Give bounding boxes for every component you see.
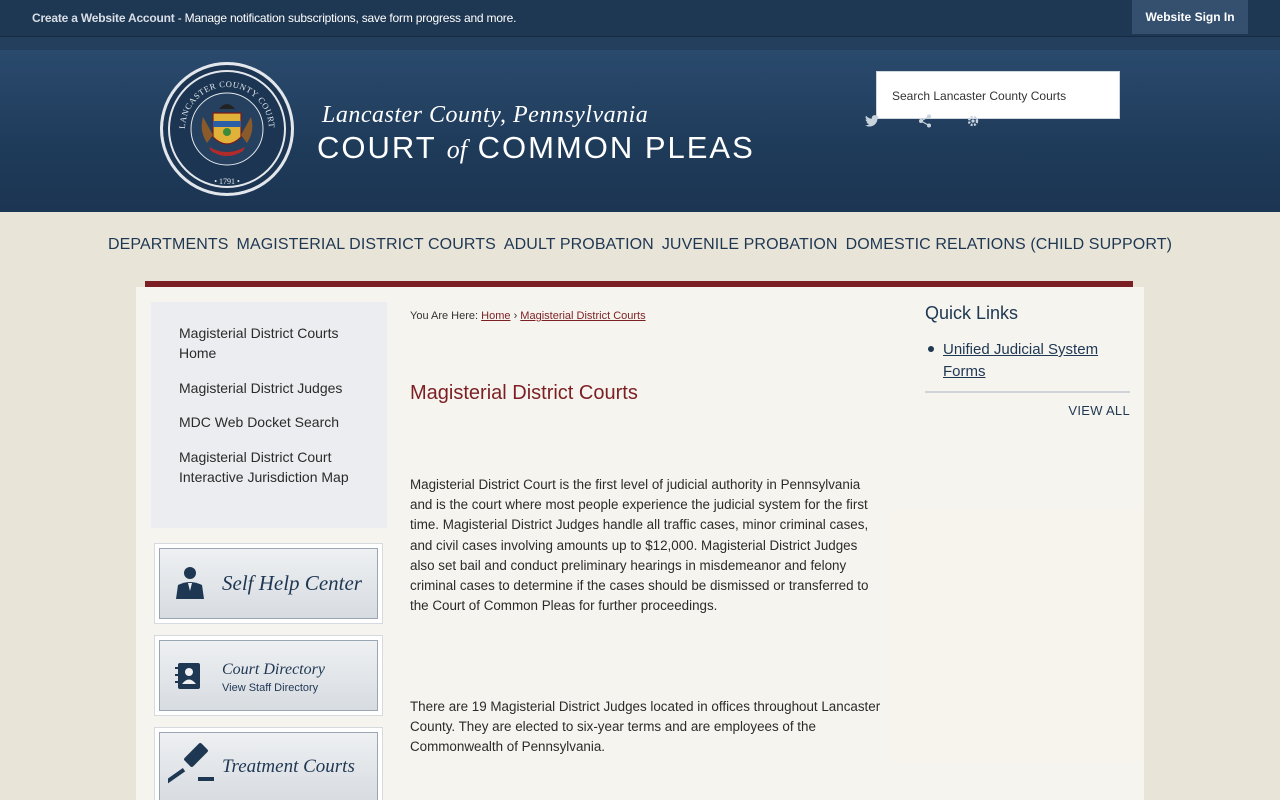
county-seal-logo[interactable]: LANCASTER COUNTY COURT OF COMMON PLEAS •… (160, 62, 294, 196)
seal-year: • 1791 • (214, 177, 240, 186)
title-court-word: COURT (317, 130, 437, 165)
search-input[interactable]: Search Lancaster County Courts (876, 71, 1120, 119)
twitter-icon[interactable] (865, 114, 879, 130)
intro-paragraph: Magisterial District Court is the first … (410, 477, 869, 614)
sidebar-nav: Magisterial District Courts Home Magiste… (151, 302, 387, 528)
self-help-center-tile[interactable]: Self Help Center (154, 543, 383, 624)
breadcrumb: You Are Here: Home › Magisterial Distric… (410, 310, 646, 322)
sign-in-button[interactable]: Website Sign In (1132, 0, 1248, 34)
create-account-link[interactable]: Create a Website Account (32, 11, 175, 25)
title-pleas-word: COMMON PLEAS (477, 130, 755, 165)
quick-link-ujs-forms[interactable]: Unified Judicial System Forms (943, 341, 1098, 380)
sidebar-item-docket-search[interactable]: MDC Web Docket Search (179, 412, 369, 432)
person-icon (176, 567, 204, 599)
share-icon[interactable] (918, 114, 932, 131)
tile-body: Treatment Courts (159, 732, 378, 800)
tile-label: Court Directory (222, 661, 325, 678)
gavel-icon (168, 743, 214, 784)
breadcrumb-home[interactable]: Home (481, 310, 510, 322)
nav-magisterial-district-courts[interactable]: MAGISTERIAL DISTRICT COURTS (233, 236, 500, 260)
header-strip (0, 36, 1280, 50)
court-directory-tile[interactable]: Court Directory View Staff Directory (154, 635, 383, 716)
main-nav: DEPARTMENTS MAGISTERIAL DISTRICT COURTS … (0, 236, 1280, 260)
site-title-court[interactable]: COURT of COMMON PLEAS (317, 130, 755, 166)
nav-domestic-relations[interactable]: DOMESTIC RELATIONS (CHILD SUPPORT) (842, 236, 1176, 260)
create-account-text: Create a Website Account - Manage notifi… (32, 11, 516, 25)
view-all-link[interactable]: VIEW ALL (1068, 403, 1130, 418)
tile-label: Self Help Center (222, 571, 362, 595)
judges-paragraph: There are 19 Magisterial District Judges… (410, 699, 881, 755)
gear-icon[interactable] (966, 114, 980, 131)
page-title: Magisterial District Courts (410, 382, 638, 404)
nav-juvenile-probation[interactable]: JUVENILE PROBATION (658, 236, 842, 260)
nav-departments[interactable]: DEPARTMENTS (104, 236, 233, 260)
site-title-county[interactable]: Lancaster County, Pennsylvania (322, 102, 648, 129)
tile-label: Treatment Courts (222, 756, 355, 777)
breadcrumb-current[interactable]: Magisterial District Courts (520, 310, 645, 322)
account-bar: Create a Website Account - Manage notifi… (0, 0, 1280, 36)
sidebar-item-judges[interactable]: Magisterial District Judges (179, 378, 369, 398)
breadcrumb-separator: › (513, 310, 518, 322)
site-header: LANCASTER COUNTY COURT OF COMMON PLEAS •… (0, 50, 1280, 212)
list-bullet (928, 346, 934, 352)
create-account-description: - Manage notification subscriptions, sav… (174, 11, 517, 25)
directory-icon (175, 663, 200, 689)
treatment-courts-tile[interactable]: Treatment Courts (154, 727, 383, 800)
breadcrumb-prefix: You Are Here: (410, 310, 479, 322)
tile-body: Self Help Center (159, 548, 378, 619)
tile-body: Court Directory View Staff Directory (159, 640, 378, 711)
sidebar-item-jurisdiction-map[interactable]: Magisterial District Court Interactive J… (179, 447, 349, 487)
seal-graphic: LANCASTER COUNTY COURT OF COMMON PLEAS •… (163, 65, 276, 186)
nav-adult-probation[interactable]: ADULT PROBATION (500, 236, 658, 260)
quick-links-title: Quick Links (925, 303, 1019, 323)
quick-links-list: Unified Judicial System Forms (943, 339, 1123, 383)
quick-links-divider (925, 391, 1130, 393)
title-of-word: of (446, 135, 467, 164)
tile-sublabel: View Staff Directory (222, 682, 319, 694)
sidebar-item-mdc-home[interactable]: Magisterial District Courts Home (179, 323, 369, 363)
